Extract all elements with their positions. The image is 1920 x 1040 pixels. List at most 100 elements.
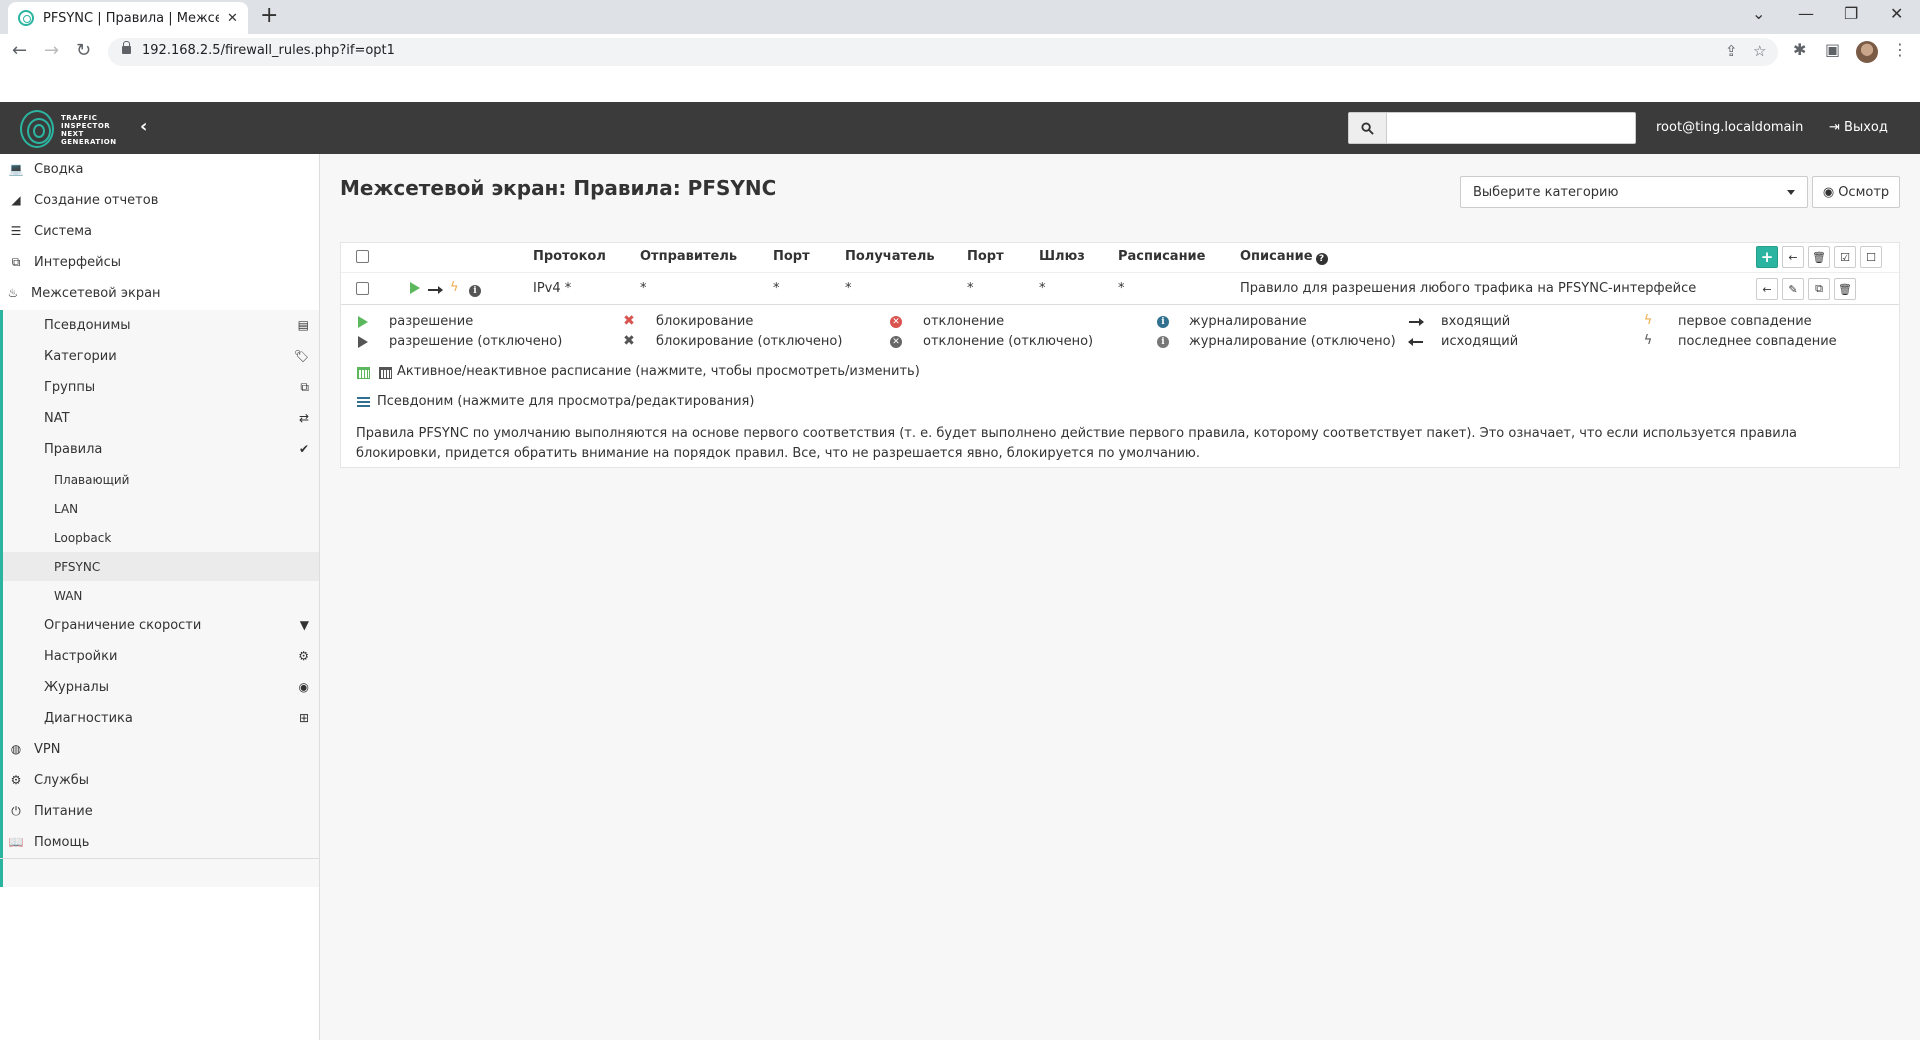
sidebar-item-shaper[interactable]: Ограничение скорости ▼ xyxy=(0,610,319,640)
move-rule-button[interactable]: ← xyxy=(1782,246,1804,268)
sidebar-item-rules[interactable]: Правила ✔ xyxy=(0,434,319,464)
pass-icon xyxy=(356,315,370,329)
disable-selected-button[interactable]: ☐ xyxy=(1860,246,1882,268)
first-match-bolt-icon: ϟ xyxy=(450,280,459,295)
col-description[interactable]: Описание? xyxy=(1240,249,1328,265)
sidebar-item-wan[interactable]: WAN xyxy=(0,581,319,610)
sidebar-item-floating[interactable]: Плавающий xyxy=(0,465,319,494)
category-select[interactable]: Выберите категорию xyxy=(1460,176,1808,208)
close-tab-icon[interactable]: ✕ xyxy=(227,11,238,26)
legend-block: блокирование xyxy=(656,314,754,329)
sidebar-item-lan[interactable]: LAN xyxy=(0,494,319,523)
rule-description: Правило для разрешения любого трафика на… xyxy=(1240,281,1697,296)
address-bar[interactable]: 192.168.2.5/firewall_rules.php?if=opt1 ⇪… xyxy=(108,38,1778,66)
restore-icon[interactable]: ❐ xyxy=(1844,4,1858,23)
inspect-button[interactable]: ◉ Осмотр xyxy=(1812,176,1900,208)
legend-reject-disabled: отклонение (отключено) xyxy=(923,334,1094,349)
pass-icon[interactable] xyxy=(410,282,420,298)
logo-line: GENERATION xyxy=(61,138,117,146)
col-description-label: Описание xyxy=(1240,249,1313,264)
search-input[interactable] xyxy=(1389,113,1633,143)
col-gateway[interactable]: Шлюз xyxy=(1039,249,1085,264)
clone-rule-button[interactable]: ⧉ xyxy=(1808,278,1830,300)
log-disabled-icon: i xyxy=(1156,335,1170,349)
profile-avatar[interactable] xyxy=(1856,41,1878,63)
sidebar-item-reporting[interactable]: ◢ Создание отчетов xyxy=(0,185,319,215)
sidebar-item-label: Система xyxy=(34,223,93,239)
star-icon[interactable]: ☆ xyxy=(1753,42,1766,60)
legend-block-disabled: блокирование (отключено) xyxy=(656,334,843,349)
url-text[interactable]: 192.168.2.5/firewall_rules.php?if=opt1 xyxy=(142,43,395,58)
new-tab-icon[interactable]: + xyxy=(260,5,278,27)
select-all-checkbox[interactable] xyxy=(356,250,369,263)
server-icon: ☰ xyxy=(10,224,22,238)
delete-selected-button[interactable]: 🗑 xyxy=(1808,246,1830,268)
help-icon[interactable]: ? xyxy=(1315,253,1328,265)
sidebar-item-firewall[interactable]: ♨ Межсетевой экран xyxy=(0,278,319,308)
reload-icon[interactable]: ↻ xyxy=(76,41,91,61)
enable-selected-button[interactable]: ☑ xyxy=(1834,246,1856,268)
sidebar-item-loopback[interactable]: Loopback xyxy=(0,523,319,552)
sidebar-item-dashboard[interactable]: 💻 Сводка xyxy=(0,154,319,184)
legend-log: журналирование xyxy=(1189,314,1307,329)
rule-gateway: * xyxy=(1039,281,1046,296)
browser-tab[interactable]: PFSYNC | Правила | Межсетевой экран ✕ xyxy=(8,2,248,34)
search-icon[interactable] xyxy=(1349,113,1387,143)
sidebar-item-groups[interactable]: Группы ⧉ xyxy=(0,372,319,402)
eye-icon: ◉ xyxy=(1822,184,1835,200)
sidebar-item-vpn[interactable]: ◍ VPN xyxy=(0,734,319,764)
rule-checkbox[interactable] xyxy=(356,282,369,295)
back-icon[interactable]: ← xyxy=(12,41,27,61)
log-info-icon[interactable]: i xyxy=(469,282,481,297)
sidebar-item-interfaces[interactable]: ⧉ Интерфейсы xyxy=(0,247,319,277)
delete-rule-button[interactable]: 🗑 xyxy=(1834,278,1856,300)
rules-info-text: Правила PFSYNC по умолчанию выполняются … xyxy=(356,426,1797,461)
inspect-label: Осмотр xyxy=(1838,184,1890,200)
move-before-button[interactable]: ← xyxy=(1756,278,1778,300)
menu-dots-icon[interactable]: ⋮ xyxy=(1892,40,1908,59)
search-box xyxy=(1348,112,1636,144)
rule-dest-port: * xyxy=(967,281,974,296)
col-destination[interactable]: Получатель xyxy=(845,249,935,264)
edit-rule-button[interactable]: ✎ xyxy=(1782,278,1804,300)
row-divider xyxy=(341,304,1899,305)
logo-text[interactable]: TRAFFIC INSPECTOR NEXT GENERATION xyxy=(61,114,121,146)
sidebar-item-logs[interactable]: Журналы ◉ xyxy=(0,672,319,702)
sidebar-item-label: Псевдонимы xyxy=(44,317,131,333)
logout-link[interactable]: ⇥ Выход xyxy=(1829,120,1888,135)
fingerprint-favicon-icon xyxy=(18,10,34,26)
sidepanel-icon[interactable]: ▣ xyxy=(1825,40,1840,59)
sidebar-item-help[interactable]: 📖 Помощь xyxy=(0,827,319,857)
page-title: Межсетевой экран: Правила: PFSYNC xyxy=(340,176,777,200)
col-schedule[interactable]: Расписание xyxy=(1118,249,1205,264)
sidebar-item-system[interactable]: ☰ Система xyxy=(0,216,319,246)
eye-icon: ◉ xyxy=(298,680,309,694)
col-source-port[interactable]: Порт xyxy=(773,249,810,264)
add-rule-button[interactable]: + xyxy=(1756,246,1778,268)
chevron-down-icon[interactable]: ⌄ xyxy=(1752,4,1765,23)
last-match-bolt-icon: ϟ xyxy=(1643,332,1653,348)
col-dest-port[interactable]: Порт xyxy=(967,249,1004,264)
sidebar-item-diagnostics[interactable]: Диагностика ⊞ xyxy=(0,703,319,733)
sidebar-item-power[interactable]: ⏻ Питание xyxy=(0,796,319,826)
col-protocol[interactable]: Протокол xyxy=(533,249,606,264)
sidebar-item-label: Сводка xyxy=(34,161,84,177)
minimize-icon[interactable]: — xyxy=(1798,4,1814,23)
close-window-icon[interactable]: ✕ xyxy=(1890,4,1903,23)
extensions-icon[interactable]: ✱ xyxy=(1793,40,1806,59)
sidebar-item-nat[interactable]: NAT ⇄ xyxy=(0,403,319,433)
sidebar-item-pfsync[interactable]: PFSYNC xyxy=(0,552,319,581)
sidebar-item-categories[interactable]: Категории 🏷 xyxy=(0,341,319,371)
share-icon[interactable]: ⇪ xyxy=(1725,42,1738,60)
fingerprint-logo-icon[interactable] xyxy=(20,110,54,148)
sidebar-item-aliases[interactable]: Псевдонимы ▤ xyxy=(0,310,319,340)
collapse-sidebar-icon[interactable]: ‹ xyxy=(140,116,147,137)
sidebar-item-label: VPN xyxy=(34,741,61,757)
forward-icon[interactable]: → xyxy=(44,41,59,61)
calendar-active-icon xyxy=(357,365,370,380)
sidebar-item-services[interactable]: ⚙ Службы xyxy=(0,765,319,795)
user-link[interactable]: root@ting.localdomain xyxy=(1656,120,1803,135)
fire-icon: ♨ xyxy=(7,286,19,300)
col-source[interactable]: Отправитель xyxy=(640,249,737,264)
sidebar-item-settings[interactable]: Настройки ⚙ xyxy=(0,641,319,671)
